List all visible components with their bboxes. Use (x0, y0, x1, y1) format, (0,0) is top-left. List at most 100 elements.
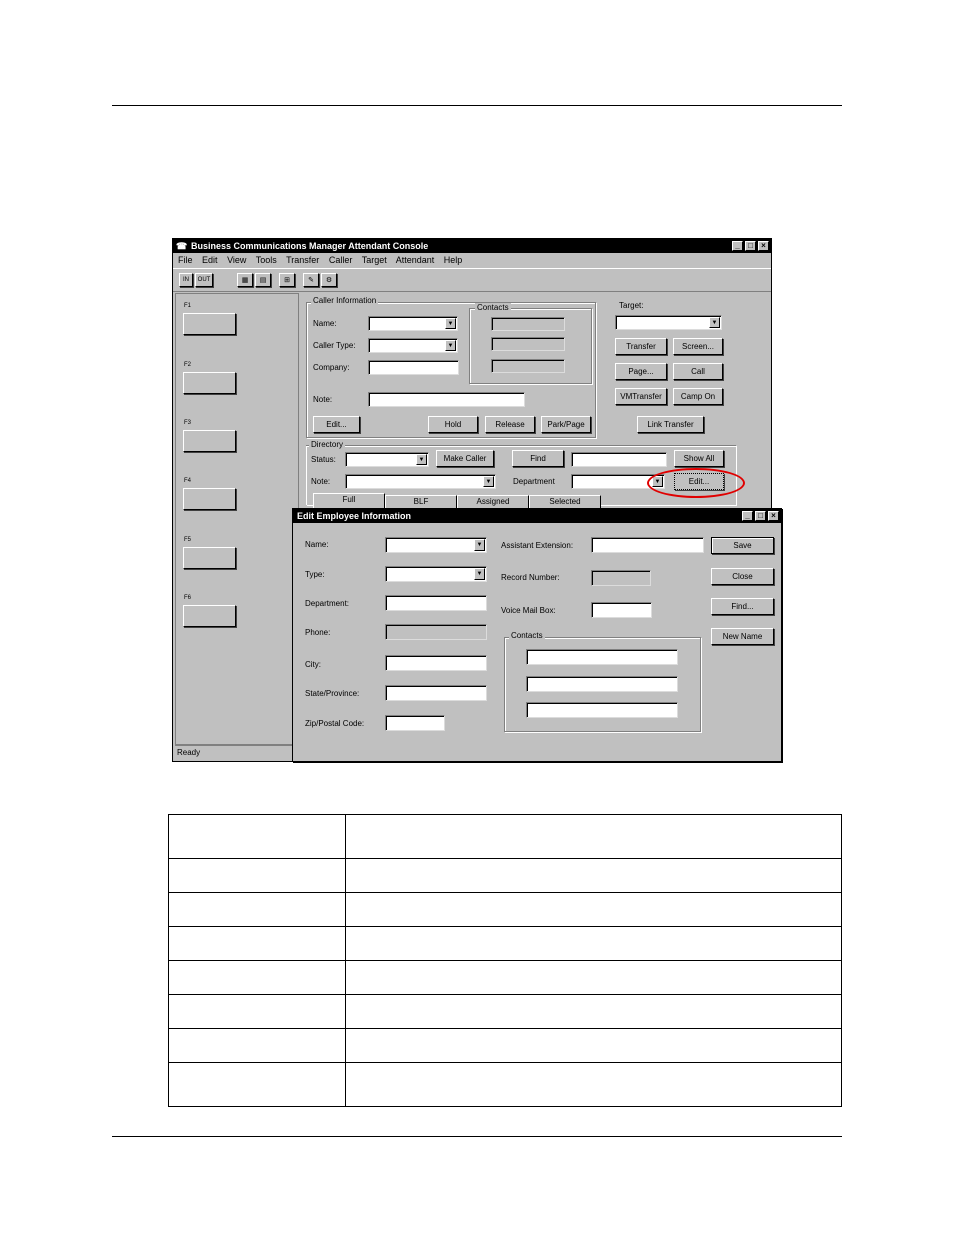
chevron-down-icon[interactable]: ▼ (445, 340, 456, 351)
fkey-button-6[interactable] (183, 605, 236, 627)
caller-name-combo[interactable]: ▼ (368, 316, 458, 331)
table-cell (168, 1062, 346, 1107)
emp-contact-2[interactable] (526, 676, 678, 692)
fkeys-panel (175, 293, 299, 745)
close-icon[interactable]: × (758, 241, 769, 251)
in-button[interactable]: IN (179, 273, 193, 287)
emp-find-button[interactable]: Find... (711, 598, 774, 615)
maximize-icon[interactable]: □ (755, 511, 766, 521)
fkey-button-2[interactable] (183, 372, 236, 394)
menu-view[interactable]: View (227, 255, 246, 265)
toolbar-icon-5[interactable]: ⚙ (321, 273, 337, 287)
vm-transfer-button[interactable]: VMTransfer (615, 388, 667, 405)
assistant-ext-field[interactable] (591, 537, 704, 553)
menu-caller[interactable]: Caller (329, 255, 353, 265)
transfer-button[interactable]: Transfer (615, 338, 667, 355)
new-name-button[interactable]: New Name (711, 628, 774, 645)
toolbar-icon-4[interactable]: ✎ (303, 273, 319, 287)
caller-contact-1 (491, 317, 565, 331)
table-cell (345, 994, 842, 1029)
maximize-icon[interactable]: □ (745, 241, 756, 251)
table-cell (168, 926, 346, 961)
company-label: Company: (313, 363, 350, 372)
out-button[interactable]: OUT (195, 273, 213, 287)
directory-find-button[interactable]: Find (512, 450, 564, 467)
menu-attendant[interactable]: Attendant (396, 255, 435, 265)
menu-bar: File Edit View Tools Transfer Caller Tar… (173, 253, 771, 267)
emp-type-combo[interactable]: ▼ (385, 566, 487, 582)
minimize-icon[interactable]: _ (732, 241, 743, 251)
save-button[interactable]: Save (711, 537, 774, 554)
menu-help[interactable]: Help (444, 255, 463, 265)
chevron-down-icon[interactable]: ▼ (483, 476, 494, 487)
chevron-down-icon[interactable]: ▼ (709, 317, 720, 328)
chevron-down-icon[interactable]: ▼ (474, 568, 485, 580)
emp-contact-3[interactable] (526, 702, 678, 718)
caller-note-label: Note: (313, 395, 333, 404)
voice-mail-field[interactable] (591, 602, 652, 618)
chevron-down-icon[interactable]: ▼ (445, 318, 456, 329)
caller-type-combo[interactable]: ▼ (368, 338, 458, 353)
emp-phone-field (385, 624, 487, 640)
toolbar-icon-1[interactable]: ▦ (237, 273, 253, 287)
screen-button[interactable]: Screen... (673, 338, 723, 355)
table-cell (168, 960, 346, 995)
fkey-button-3[interactable] (183, 430, 236, 452)
release-button[interactable]: Release (485, 416, 535, 433)
emp-department-field[interactable] (385, 595, 487, 611)
close-icon[interactable]: × (768, 511, 779, 521)
make-caller-button[interactable]: Make Caller (436, 450, 494, 467)
target-combo[interactable]: ▼ (615, 315, 722, 330)
emp-zip-label: Zip/Postal Code: (305, 719, 365, 728)
caller-contact-2 (491, 337, 565, 351)
tab-assigned[interactable]: Assigned (457, 495, 529, 508)
show-all-button[interactable]: Show All (674, 450, 724, 467)
emp-department-label: Department: (305, 599, 350, 608)
emp-zip-field[interactable] (385, 715, 445, 731)
menu-edit[interactable]: Edit (202, 255, 218, 265)
camp-on-button[interactable]: Camp On (673, 388, 723, 405)
menu-transfer[interactable]: Transfer (286, 255, 319, 265)
table-cell (168, 858, 346, 893)
directory-note-combo[interactable]: ▼ (345, 474, 496, 489)
chevron-down-icon[interactable]: ▼ (474, 539, 485, 551)
toolbar-icon-3[interactable]: ⊞ (279, 273, 295, 287)
park-page-button[interactable]: Park/Page (541, 416, 591, 433)
phone-app-icon: ☎ (176, 241, 188, 251)
caller-edit-button[interactable]: Edit... (313, 416, 360, 433)
chevron-down-icon[interactable]: ▼ (416, 454, 427, 465)
directory-find-field[interactable] (571, 452, 667, 467)
emp-city-label: City: (305, 660, 321, 669)
footer-rule (112, 1136, 842, 1137)
tab-blf[interactable]: BLF (385, 495, 457, 508)
fkey-label-6: F6 (184, 595, 192, 601)
tab-full[interactable]: Full (313, 493, 385, 508)
call-button[interactable]: Call (673, 363, 723, 380)
menu-tools[interactable]: Tools (256, 255, 277, 265)
assistant-ext-label: Assistant Extension: (501, 541, 574, 550)
record-number-field (591, 570, 651, 586)
hold-button[interactable]: Hold (428, 416, 478, 433)
close-button[interactable]: Close (711, 568, 774, 585)
emp-contact-1[interactable] (526, 649, 678, 665)
emp-name-combo[interactable]: ▼ (385, 537, 487, 553)
dialog-title: Edit Employee Information (297, 511, 412, 521)
company-field[interactable] (368, 360, 459, 375)
toolbar-icon-2[interactable]: ▤ (255, 273, 271, 287)
tab-selected[interactable]: Selected (529, 495, 601, 508)
status-combo[interactable]: ▼ (345, 452, 429, 467)
caller-note-field[interactable] (368, 392, 525, 407)
page-button[interactable]: Page... (615, 363, 667, 380)
emp-state-field[interactable] (385, 685, 487, 701)
emp-city-field[interactable] (385, 655, 487, 671)
toolbar: IN OUT ▦ ▤ ⊞ ✎ ⚙ (173, 268, 771, 292)
menu-file[interactable]: File (178, 255, 193, 265)
emp-phone-label: Phone: (305, 628, 331, 637)
fkey-button-5[interactable] (183, 547, 236, 569)
edit-employee-dialog: Edit Employee Information _ □ × Name: ▼ … (292, 508, 782, 762)
fkey-button-4[interactable] (183, 488, 236, 510)
minimize-icon[interactable]: _ (742, 511, 753, 521)
link-transfer-button[interactable]: Link Transfer (637, 416, 704, 433)
menu-target[interactable]: Target (362, 255, 387, 265)
fkey-button-1[interactable] (183, 313, 236, 335)
